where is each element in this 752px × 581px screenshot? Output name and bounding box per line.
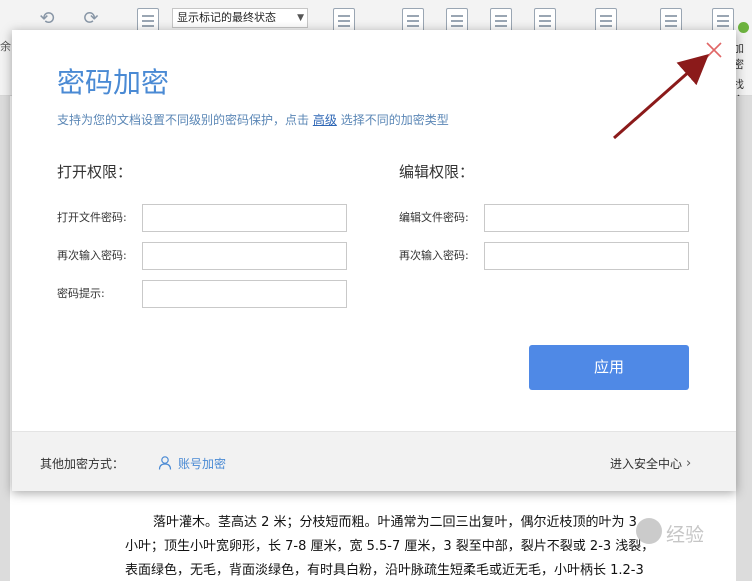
watermark-text: 经验	[666, 524, 705, 546]
open-confirm-field[interactable]	[142, 242, 347, 270]
password-encrypt-dialog: 密码加密 支持为您的文档设置不同级别的密码保护，点击 高级 选择不同的加密类型 …	[12, 30, 736, 491]
advanced-link[interactable]: 高级	[313, 113, 337, 127]
subtitle-text: 支持为您的文档设置不同级别的密码保护，点击	[57, 113, 310, 127]
document-line: 表面绿色，无毛，背面淡绿色，有时具白粉，沿叶脉疏生短柔毛或近无毛，小叶柄长 1.…	[125, 563, 644, 578]
markup-view-value: 显示标记的最终状态	[177, 11, 276, 24]
undo-icon[interactable]: ⟲	[36, 10, 58, 28]
other-methods-label: 其他加密方式：	[40, 457, 125, 471]
document-body: 落叶灌木。茎高达 2 米；分枝短而粗。叶通常为二回三出复叶，偶尔近枝顶的叶为 3…	[125, 511, 705, 581]
next-change-icon[interactable]	[534, 8, 556, 32]
account-encrypt-link[interactable]: 账号加密	[158, 454, 226, 472]
apply-button[interactable]: 应用	[529, 345, 689, 390]
open-password-label: 打开文件密码:	[57, 211, 127, 224]
open-password-field[interactable]	[142, 204, 347, 232]
accept-icon[interactable]	[402, 8, 424, 32]
markup-view-select[interactable]: 显示标记的最终状态 ▼	[172, 8, 308, 28]
close-icon	[706, 42, 722, 58]
chevron-right-icon: ›	[686, 456, 692, 471]
shield-badge-icon	[738, 22, 749, 33]
user-icon	[158, 456, 172, 470]
redo-icon[interactable]: ⟳	[80, 10, 102, 28]
left-margin-strip	[0, 96, 10, 581]
password-hint-field[interactable]	[142, 280, 347, 308]
close-button[interactable]	[704, 40, 724, 60]
document-line: 小叶；顶生小叶宽卵形，长 7-8 厘米，宽 5.5-7 厘米，3 裂至中部，裂片…	[125, 539, 655, 554]
dialog-subtitle: 支持为您的文档设置不同级别的密码保护，点击 高级 选择不同的加密类型	[57, 112, 449, 128]
account-encrypt-label: 账号加密	[178, 456, 227, 471]
edit-password-label: 编辑文件密码:	[399, 211, 469, 224]
subtitle-text-tail: 选择不同的加密类型	[340, 113, 449, 127]
right-margin-strip	[736, 96, 752, 581]
dialog-title: 密码加密	[57, 66, 170, 99]
document-line: 落叶灌木。茎高达 2 米；分枝短而粗。叶通常为二回三出复叶，偶尔近枝顶的叶为 3	[153, 515, 637, 530]
dialog-footer: 其他加密方式： 账号加密 进入安全中心 ›	[12, 431, 736, 491]
track-changes-icon[interactable]	[137, 8, 159, 32]
edit-confirm-label: 再次输入密码:	[399, 249, 469, 262]
open-permission-title: 打开权限：	[57, 163, 133, 181]
watermark: 经验	[636, 518, 744, 546]
watermark-logo	[636, 518, 662, 544]
compare-icon[interactable]	[595, 8, 617, 32]
chevron-down-icon: ▼	[297, 13, 304, 23]
edit-confirm-field[interactable]	[484, 242, 689, 270]
edit-permission-title: 编辑权限：	[399, 163, 475, 181]
open-confirm-label: 再次输入密码:	[57, 249, 127, 262]
toolbar-edge-label-left: 余	[0, 40, 11, 53]
restrict-edit-icon[interactable]	[660, 8, 682, 32]
previous-change-icon[interactable]	[490, 8, 512, 32]
security-center-label: 进入安全中心	[610, 457, 683, 471]
reject-icon[interactable]	[446, 8, 468, 32]
password-hint-label: 密码提示:	[57, 287, 105, 300]
security-center-link[interactable]: 进入安全中心 ›	[610, 455, 691, 472]
document-encrypt-icon[interactable]	[712, 8, 734, 32]
review-pane-icon[interactable]	[333, 8, 355, 32]
edit-password-field[interactable]	[484, 204, 689, 232]
